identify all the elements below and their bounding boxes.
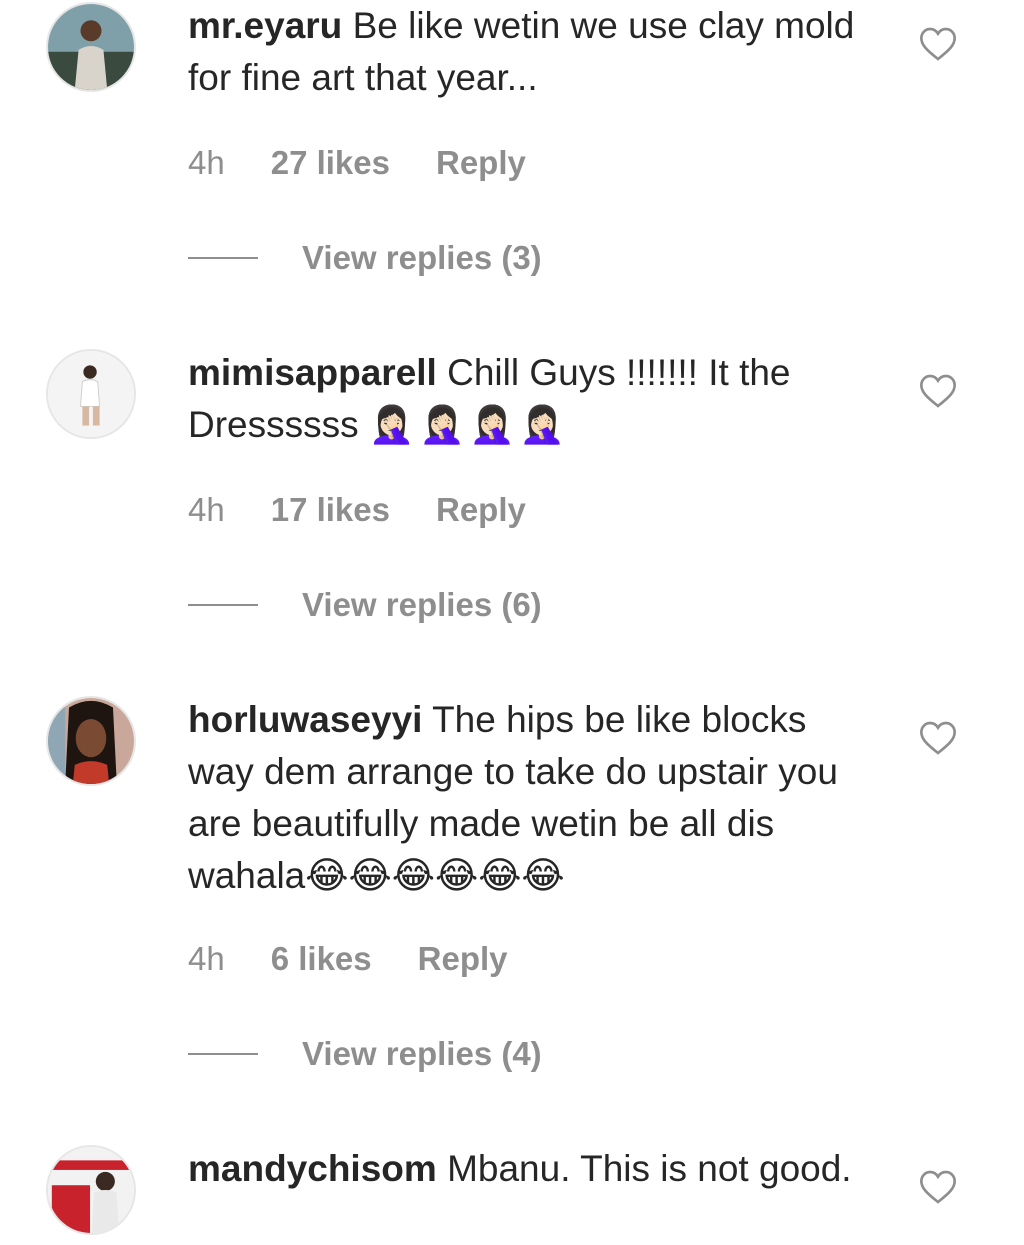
view-replies-label[interactable]: View replies (6)	[302, 585, 542, 625]
comment-text: mr.eyaru Be like wetin we use clay mold …	[188, 0, 868, 104]
reply-button[interactable]: Reply	[436, 490, 526, 530]
comment-item: horluwaseyyi The hips be like blocks way…	[0, 694, 1024, 1094]
avatar[interactable]	[46, 1145, 136, 1235]
reply-button[interactable]: Reply	[436, 143, 526, 183]
comment-emoji: 🤦🏻‍♀️🤦🏻‍♀️🤦🏻‍♀️🤦🏻‍♀️	[368, 404, 570, 445]
avatar[interactable]	[46, 2, 136, 92]
like-heart-icon[interactable]	[918, 24, 958, 64]
comment-username[interactable]: mandychisom	[188, 1148, 437, 1189]
view-replies[interactable]: View replies (6)	[188, 585, 542, 625]
view-replies[interactable]: View replies (3)	[188, 238, 542, 278]
divider	[188, 604, 258, 606]
comment-time: 4h	[188, 144, 225, 181]
comment-likes[interactable]: 17 likes	[271, 490, 390, 530]
comment-likes[interactable]: 27 likes	[271, 143, 390, 183]
view-replies[interactable]: View replies (4)	[188, 1034, 542, 1074]
divider	[188, 1053, 258, 1055]
comment-body: Mbanu. This is not good.	[447, 1148, 852, 1189]
comment-meta: 4h 6 likes Reply	[188, 939, 508, 979]
like-heart-icon[interactable]	[918, 371, 958, 411]
avatar[interactable]	[46, 696, 136, 786]
avatar[interactable]	[46, 349, 136, 439]
comment-username[interactable]: mr.eyaru	[188, 5, 342, 46]
comment-meta: 4h 17 likes Reply	[188, 490, 526, 530]
comment-meta: 4h 27 likes Reply	[188, 143, 526, 183]
view-replies-label[interactable]: View replies (3)	[302, 238, 542, 278]
reply-button[interactable]: Reply	[418, 939, 508, 979]
comment-text: mandychisom Mbanu. This is not good.	[188, 1143, 868, 1195]
comment-time: 4h	[188, 491, 225, 528]
comment-time: 4h	[188, 940, 225, 977]
like-heart-icon[interactable]	[918, 1167, 958, 1207]
comment-emoji: 😂😂😂😂😂😂	[305, 855, 565, 896]
comment-likes[interactable]: 6 likes	[271, 939, 372, 979]
comment-item: mr.eyaru Be like wetin we use clay mold …	[0, 0, 1024, 300]
divider	[188, 257, 258, 259]
comment-username[interactable]: mimisapparell	[188, 352, 437, 393]
comment-item: mandychisom Mbanu. This is not good.	[0, 1143, 1024, 1245]
view-replies-label[interactable]: View replies (4)	[302, 1034, 542, 1074]
comment-username[interactable]: horluwaseyyi	[188, 699, 422, 740]
comment-item: mimisapparell Chill Guys !!!!!!! It the …	[0, 347, 1024, 647]
comment-text: horluwaseyyi The hips be like blocks way…	[188, 694, 868, 902]
like-heart-icon[interactable]	[918, 718, 958, 758]
comment-text: mimisapparell Chill Guys !!!!!!! It the …	[188, 347, 868, 451]
